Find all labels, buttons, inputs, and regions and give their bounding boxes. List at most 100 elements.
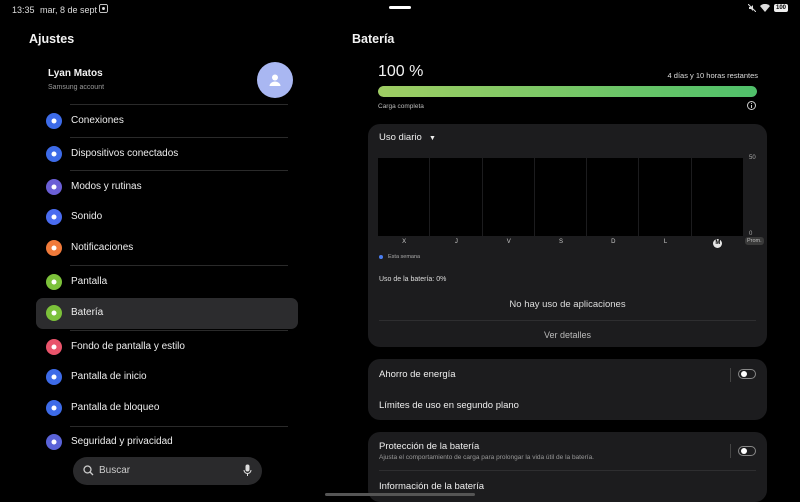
person-icon (269, 74, 281, 86)
battery-protection-label[interactable]: Protección de la batería (379, 441, 479, 452)
sidebar-item-label: Seguridad y privacidad (71, 436, 173, 447)
battery-percent: 100 % (378, 63, 424, 80)
sidebar-item-label: Pantalla (71, 276, 108, 287)
chart-day-column (378, 158, 430, 236)
chart-day-column (430, 158, 482, 236)
toggle-knob (741, 448, 747, 454)
y-axis-max-label: 50 (749, 155, 756, 161)
bell-icon (46, 240, 62, 256)
modes-icon (46, 179, 62, 195)
x-tick-label: M (713, 239, 723, 248)
home-indicator[interactable] (325, 493, 475, 496)
chart-day-column (534, 158, 587, 236)
devices-icon (46, 146, 62, 162)
search-icon (83, 465, 94, 476)
legend-label: Esta semana (388, 254, 421, 260)
chevron-down-icon[interactable]: ▼ (429, 135, 436, 142)
sound-icon (46, 209, 62, 225)
page-title: Batería (352, 32, 395, 46)
profile-card[interactable]: Lyan Matos Samsung account (36, 56, 298, 104)
sidebar-item-label: Conexiones (71, 115, 124, 126)
average-label: Prom. (745, 237, 764, 245)
sun-icon (46, 274, 62, 290)
sidebar-item-6[interactable]: Pantalla (36, 267, 298, 298)
battery-usage-text: Uso de la batería: 0% (379, 276, 447, 283)
screenshot-icon (99, 4, 108, 13)
divider (70, 265, 288, 266)
chart-day-column (691, 158, 743, 236)
divider (70, 104, 288, 105)
profile-name: Lyan Matos (48, 68, 103, 79)
usage-card: Uso diario ▼ 50 0 XJVSDLM Prom. Esta sem… (368, 124, 767, 347)
profile-account: Samsung account (48, 84, 105, 91)
home-icon (46, 369, 62, 385)
wifi-status-icon (759, 4, 770, 12)
sidebar-item-label: Fondo de pantalla y estilo (71, 341, 185, 352)
background-limits-item[interactable]: Límites de uso en segundo plano (379, 400, 519, 411)
sidebar-item-2[interactable]: Dispositivos conectados (36, 139, 298, 170)
chart-day-column (587, 158, 639, 236)
divider (70, 170, 288, 171)
status-time: 13:35 (12, 5, 35, 15)
battery-info-item[interactable]: Información de la batería (379, 481, 484, 492)
shield-icon (46, 434, 62, 450)
avatar[interactable] (257, 62, 293, 98)
charge-status: Carga completa (378, 103, 424, 110)
divider (379, 320, 756, 321)
sidebar-item-7[interactable]: Batería (36, 298, 298, 329)
mute-icon (747, 4, 756, 12)
sidebar-item-label: Modos y rutinas (71, 181, 142, 192)
power-card: Ahorro de energía Límites de uso en segu… (368, 359, 767, 420)
chart-day-column (639, 158, 691, 236)
battery-level-bar (378, 86, 757, 97)
status-icons: 100 (747, 4, 788, 12)
x-tick-label: X (402, 239, 407, 245)
usage-chart (378, 158, 744, 236)
sidebar-item-9[interactable]: Pantalla de inicio (36, 362, 298, 393)
x-tick-label: S (558, 239, 563, 245)
time-remaining: 4 días y 10 horas restantes (667, 71, 758, 80)
power-saving-toggle[interactable] (738, 369, 756, 379)
legend-dot (379, 255, 383, 259)
divider (70, 330, 288, 331)
no-app-usage-text: No hay uso de aplicaciones (509, 299, 626, 310)
x-tick-label: D (611, 239, 616, 245)
search-bar[interactable]: Buscar (73, 457, 262, 485)
sidebar-item-8[interactable]: Fondo de pantalla y estilo (36, 332, 298, 363)
sidebar-item-4[interactable]: Sonido (36, 202, 298, 233)
wifi-icon (46, 113, 62, 129)
window-handle[interactable] (389, 6, 411, 9)
status-date: mar, 8 de sept (40, 5, 98, 15)
view-details-button[interactable]: Ver detalles (368, 330, 767, 340)
sidebar-item-3[interactable]: Modos y rutinas (36, 172, 298, 203)
sidebar-item-10[interactable]: Pantalla de bloqueo (36, 393, 298, 424)
divider (70, 426, 288, 427)
lock-icon (46, 400, 62, 416)
sidebar-item-5[interactable]: Notificaciones (36, 233, 298, 264)
battery-protection-toggle[interactable] (738, 446, 756, 456)
info-icon[interactable] (747, 101, 756, 110)
battery-icon (46, 305, 62, 321)
mic-icon[interactable] (243, 464, 252, 477)
divider (70, 137, 288, 138)
search-input[interactable]: Buscar (99, 465, 130, 476)
x-tick-label: L (663, 239, 668, 245)
sidebar-item-label: Batería (71, 307, 104, 318)
protection-card: Protección de la batería Ajusta el compo… (368, 432, 767, 502)
battery-status-badge: 100 (773, 4, 788, 12)
sidebar-item-label: Dispositivos conectados (71, 148, 179, 159)
power-saving-label[interactable]: Ahorro de energía (379, 369, 456, 380)
x-tick-label: J (454, 239, 458, 245)
divider (379, 470, 756, 471)
sidebar-item-11[interactable]: Seguridad y privacidad (36, 427, 298, 458)
usage-period-dropdown[interactable]: Uso diario (379, 132, 422, 143)
sidebar-item-label: Sonido (71, 211, 103, 222)
sidebar-item-1[interactable]: Conexiones (36, 106, 298, 137)
settings-title: Ajustes (29, 32, 75, 46)
wallpaper-icon (46, 339, 62, 355)
sidebar-item-label: Pantalla de bloqueo (71, 402, 160, 413)
sidebar-item-label: Pantalla de inicio (71, 371, 147, 382)
toggle-knob (741, 371, 747, 377)
battery-protection-desc: Ajusta el comportamiento de carga para p… (379, 454, 594, 461)
divider (730, 444, 731, 458)
